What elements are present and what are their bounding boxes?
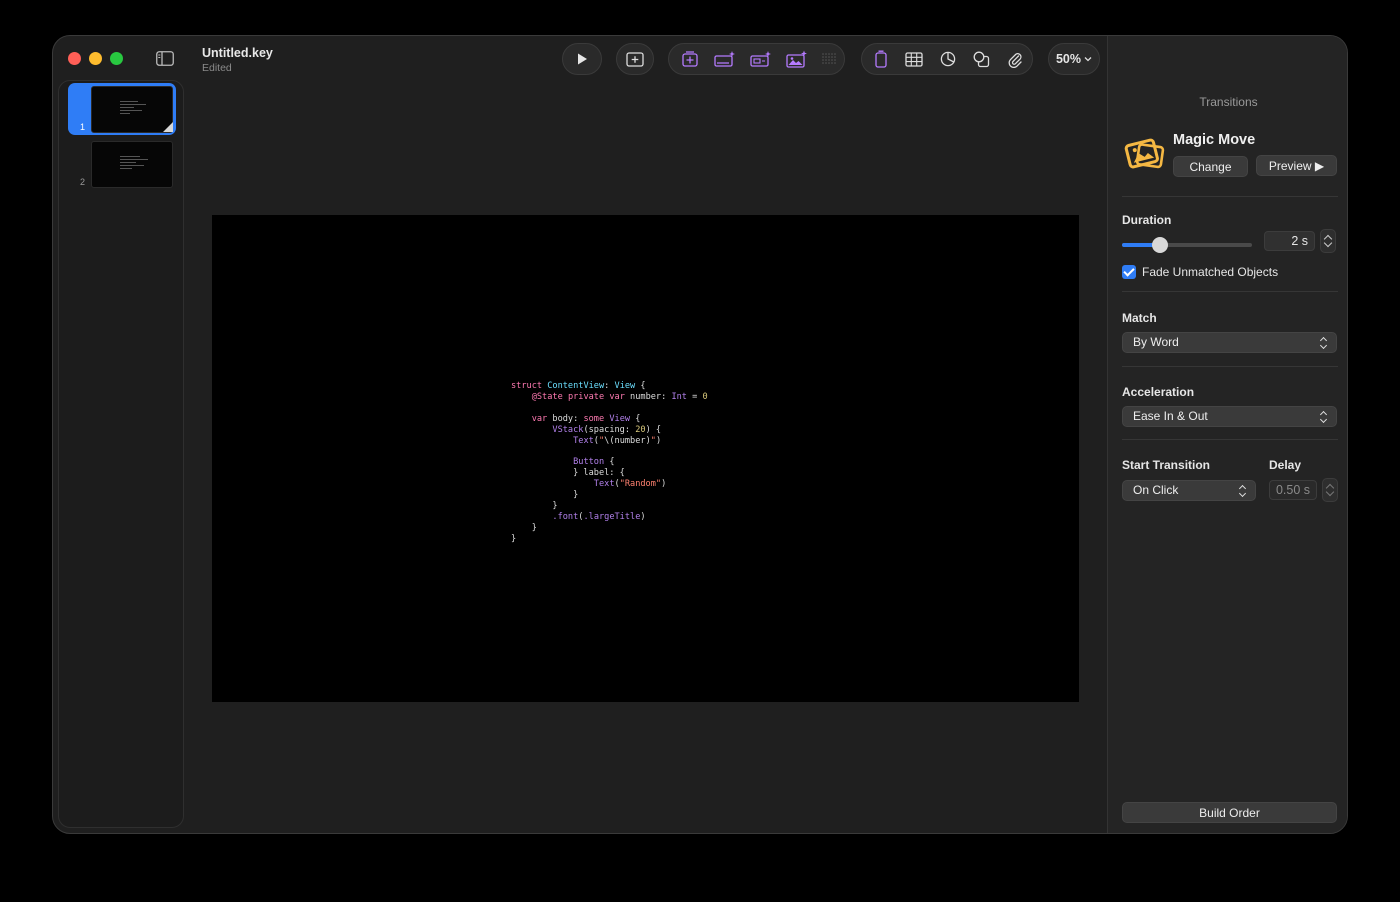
document-title: Untitled.key: [202, 46, 273, 60]
duration-stepper[interactable]: [1320, 229, 1336, 253]
start-transition-value: On Click: [1133, 483, 1179, 497]
insert-group: [668, 43, 845, 75]
table-icon: [905, 51, 924, 67]
change-button[interactable]: Change: [1173, 156, 1248, 177]
divider: [1122, 291, 1338, 292]
keynote-window: Untitled.key Edited 50% 1 2 struct Conte…: [52, 35, 1348, 834]
add-slide-group: [616, 43, 654, 75]
code-line: struct ContentView: View {: [511, 381, 646, 391]
sidebar-toggle-icon[interactable]: [156, 51, 174, 66]
document-title-block[interactable]: Untitled.key Edited: [202, 46, 273, 74]
table-button[interactable]: [898, 43, 932, 75]
insert-photo-button[interactable]: [779, 43, 815, 75]
duration-field[interactable]: 2 s: [1264, 231, 1315, 251]
fade-unmatched-checkbox[interactable]: [1122, 265, 1136, 279]
match-select[interactable]: By Word: [1122, 332, 1337, 353]
start-transition-label: Start Transition: [1122, 458, 1211, 472]
add-slide-icon: [626, 51, 644, 67]
animate-inspector: Transitions Magic Move Change Preview ▶ …: [1107, 36, 1347, 833]
insert-textbox-button[interactable]: [673, 43, 707, 75]
text-container-icon: [875, 50, 887, 68]
slide-thumbnail-1[interactable]: 1: [68, 83, 176, 135]
divider: [1122, 366, 1338, 367]
objects-group: [861, 43, 1033, 75]
slide-number: 1: [80, 122, 86, 132]
magic-move-corner-icon: [163, 122, 173, 132]
slide-navigator: 1 2: [58, 80, 184, 828]
divider: [1122, 196, 1338, 197]
text-button[interactable]: [864, 43, 898, 75]
code-line: Text("Random"): [593, 479, 667, 490]
match-label: Match: [1122, 311, 1157, 325]
zoom-value: 50%: [1055, 52, 1082, 66]
code-line: @State private var number: Int = 0: [531, 391, 708, 402]
duration-slider-knob[interactable]: [1151, 237, 1168, 253]
text-insert-icon: [682, 51, 698, 67]
delay-label: Delay: [1269, 458, 1302, 472]
shape-icon: [973, 51, 990, 67]
slide-canvas[interactable]: struct ContentView: View { @State privat…: [212, 215, 1079, 702]
media-button[interactable]: [998, 43, 1032, 75]
grid-dots-icon: [822, 53, 836, 64]
code-line: }: [511, 533, 517, 544]
pie-chart-icon: [940, 51, 956, 67]
fade-unmatched-label: Fade Unmatched Objects: [1142, 265, 1279, 279]
slide-thumbnail-image: [91, 86, 173, 133]
code-textbox[interactable]: struct ContentView: View { @State privat…: [511, 381, 708, 545]
zoom-window-button[interactable]: [110, 52, 123, 65]
code-line: }: [511, 522, 537, 533]
transition-name: Magic Move: [1173, 132, 1256, 148]
code-line: }: [511, 490, 579, 501]
code-line: .font(.largeTitle): [552, 511, 646, 522]
delay-field[interactable]: 0.50 s: [1269, 480, 1317, 500]
start-transition-select[interactable]: On Click: [1122, 480, 1256, 501]
code-line: var body: some View {: [531, 413, 641, 424]
window-controls: [68, 52, 123, 65]
play-icon: [578, 53, 587, 65]
slide-number: 2: [80, 177, 86, 187]
slide-thumbnail-2[interactable]: 2: [68, 138, 176, 190]
acceleration-select[interactable]: Ease In & Out: [1122, 406, 1337, 427]
zoom-control[interactable]: 50%: [1048, 43, 1100, 75]
shape-button[interactable]: [965, 43, 999, 75]
magic-move-icon: [1122, 136, 1166, 177]
insert-media-button[interactable]: [743, 43, 779, 75]
code-line: }: [511, 500, 558, 511]
updown-chevron-icon: [1320, 411, 1328, 423]
updown-chevron-icon: [1239, 485, 1247, 497]
chart-button[interactable]: [931, 43, 965, 75]
slide-thumbnail-image: [91, 141, 173, 188]
code-line: VStack(spacing: 20) {: [552, 424, 662, 435]
minimize-window-button[interactable]: [89, 52, 102, 65]
document-status: Edited: [202, 62, 232, 74]
insert-chart-button[interactable]: [707, 43, 743, 75]
photo-sparkle-icon: [786, 50, 807, 68]
delay-stepper[interactable]: [1322, 478, 1338, 502]
duration-slider[interactable]: [1122, 237, 1252, 253]
build-order-button[interactable]: Build Order: [1122, 802, 1337, 823]
divider: [1122, 439, 1338, 440]
play-group: [562, 43, 602, 75]
insert-shape-sparkle-icon: [750, 51, 771, 67]
code-line: Button {: [573, 457, 615, 468]
code-line: } label: {: [511, 468, 625, 479]
acceleration-select-value: Ease In & Out: [1133, 409, 1208, 423]
close-window-button[interactable]: [68, 52, 81, 65]
duration-label: Duration: [1122, 213, 1172, 227]
add-slide-button[interactable]: [617, 43, 653, 75]
preview-button[interactable]: Preview ▶: [1256, 155, 1337, 176]
insert-more-button[interactable]: [815, 43, 843, 75]
paperclip-icon: [1008, 52, 1022, 68]
insert-slide-sparkle-icon: [714, 51, 735, 67]
updown-chevron-icon: [1320, 337, 1328, 349]
chevron-down-icon: [1084, 57, 1092, 62]
inspector-header[interactable]: Transitions: [1108, 95, 1347, 109]
play-button[interactable]: [563, 43, 601, 75]
match-select-value: By Word: [1133, 335, 1179, 349]
code-line: Text("\(number)"): [573, 435, 662, 446]
acceleration-label: Acceleration: [1122, 385, 1195, 399]
